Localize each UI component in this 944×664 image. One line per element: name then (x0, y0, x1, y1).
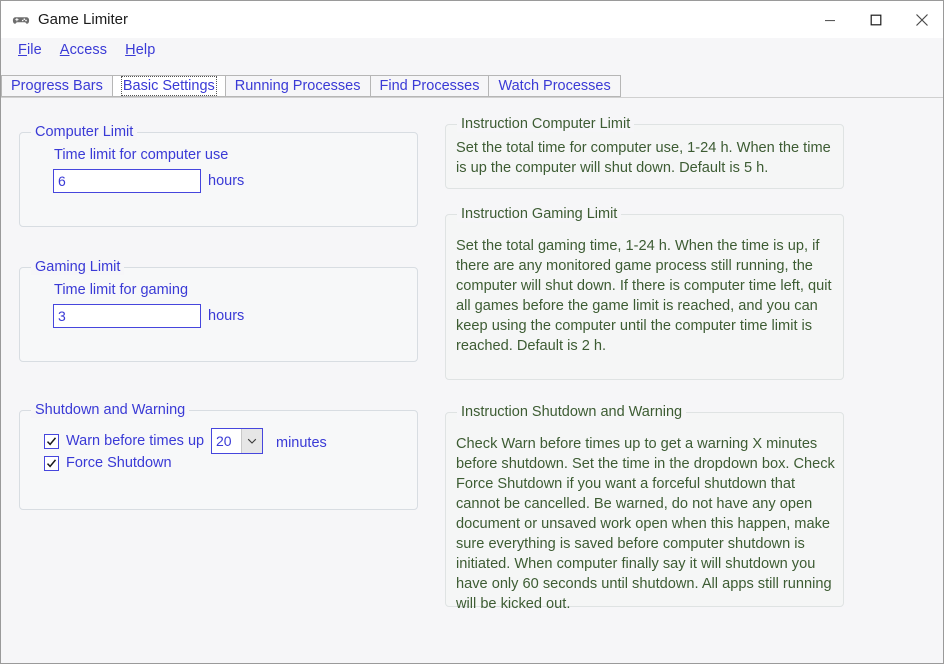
window-controls (807, 1, 943, 38)
instruction-shutdown-warning-title: Instruction Shutdown and Warning (457, 404, 687, 420)
warn-before-times-up-checkbox[interactable] (44, 433, 59, 449)
gaming-limit-unit: hours (208, 308, 245, 324)
warn-minutes-dropdown[interactable]: 20 (211, 428, 263, 454)
instruction-shutdown-warning-group: Instruction Shutdown and Warning Check W… (445, 404, 844, 612)
instruction-computer-limit-text: Set the total time for computer use, 1-2… (456, 140, 835, 176)
force-shutdown-checkbox[interactable] (44, 455, 59, 471)
window-title: Game Limiter (38, 11, 129, 28)
warn-before-times-up-label: Warn before times up (66, 433, 205, 449)
tab-strip: Progress Bars Basic Settings Running Pro… (1, 75, 943, 99)
tab-watch-processes-label: Watch Processes (498, 78, 611, 94)
chevron-down-icon[interactable] (241, 429, 262, 453)
menu-item-file[interactable]: File (9, 42, 51, 58)
maximize-button[interactable] (853, 1, 899, 38)
instruction-gaming-limit-group: Instruction Gaming Limit Set the total g… (445, 206, 844, 380)
menu-help-rest: elp (135, 42, 156, 58)
menu-access-accelerator: A (59, 42, 70, 58)
menu-item-access[interactable]: Access (51, 42, 116, 58)
gaming-limit-group: Gaming Limit Time limit for gaming hours (19, 259, 418, 362)
app-window: Game Limiter File Access Help Progress B… (0, 0, 944, 664)
tab-find-processes-label: Find Processes (379, 78, 480, 94)
shutdown-warning-group-title: Shutdown and Warning (31, 402, 190, 418)
tab-progress-bars[interactable]: Progress Bars (1, 75, 113, 97)
tab-basic-settings-label: Basic Settings (120, 76, 217, 96)
menu-item-help[interactable]: Help (116, 42, 164, 58)
instruction-computer-limit-title: Instruction Computer Limit (457, 116, 635, 132)
tab-running-processes[interactable]: Running Processes (224, 75, 371, 97)
force-shutdown-row[interactable]: Force Shutdown (44, 455, 172, 471)
menu-help-accelerator: H (125, 42, 136, 58)
warn-minutes-unit: minutes (276, 435, 327, 451)
gaming-limit-field-label: Time limit for gaming (54, 282, 189, 298)
computer-limit-unit: hours (208, 173, 245, 189)
tab-watch-processes[interactable]: Watch Processes (488, 75, 621, 97)
tab-running-processes-label: Running Processes (234, 78, 361, 94)
tab-basic-settings[interactable]: Basic Settings (111, 75, 226, 97)
gaming-limit-group-title: Gaming Limit (31, 259, 125, 275)
instruction-gaming-limit-text: Set the total gaming time, 1-24 h. When … (456, 238, 836, 354)
warn-minutes-value: 20 (216, 433, 232, 449)
computer-limit-group-title: Computer Limit (31, 124, 138, 140)
menu-file-rest: ile (26, 42, 42, 58)
instruction-computer-limit-group: Instruction Computer Limit Set the total… (445, 116, 844, 189)
gaming-limit-input[interactable] (53, 304, 201, 328)
instruction-shutdown-warning-text: Check Warn before times up to get a warn… (456, 436, 839, 612)
gamepad-icon (12, 11, 30, 29)
computer-limit-group: Computer Limit Time limit for computer u… (19, 124, 418, 227)
close-button[interactable] (899, 1, 943, 38)
tab-find-processes[interactable]: Find Processes (369, 75, 490, 97)
computer-limit-input[interactable] (53, 169, 201, 193)
menu-bar: File Access Help (1, 38, 943, 62)
shutdown-warning-group: Shutdown and Warning Warn before times u… (19, 402, 418, 510)
title-bar-left: Game Limiter (12, 1, 128, 38)
warn-before-times-up-row[interactable]: Warn before times up (44, 433, 204, 449)
computer-limit-field-label: Time limit for computer use (54, 147, 229, 163)
tab-underline (1, 97, 943, 98)
menu-file-accelerator: F (18, 42, 27, 58)
instruction-gaming-limit-title: Instruction Gaming Limit (457, 206, 622, 222)
tab-progress-bars-label: Progress Bars (11, 78, 103, 94)
title-bar: Game Limiter (1, 1, 943, 38)
force-shutdown-label: Force Shutdown (66, 455, 172, 471)
minimize-button[interactable] (807, 1, 853, 38)
menu-access-rest: ccess (69, 42, 108, 58)
